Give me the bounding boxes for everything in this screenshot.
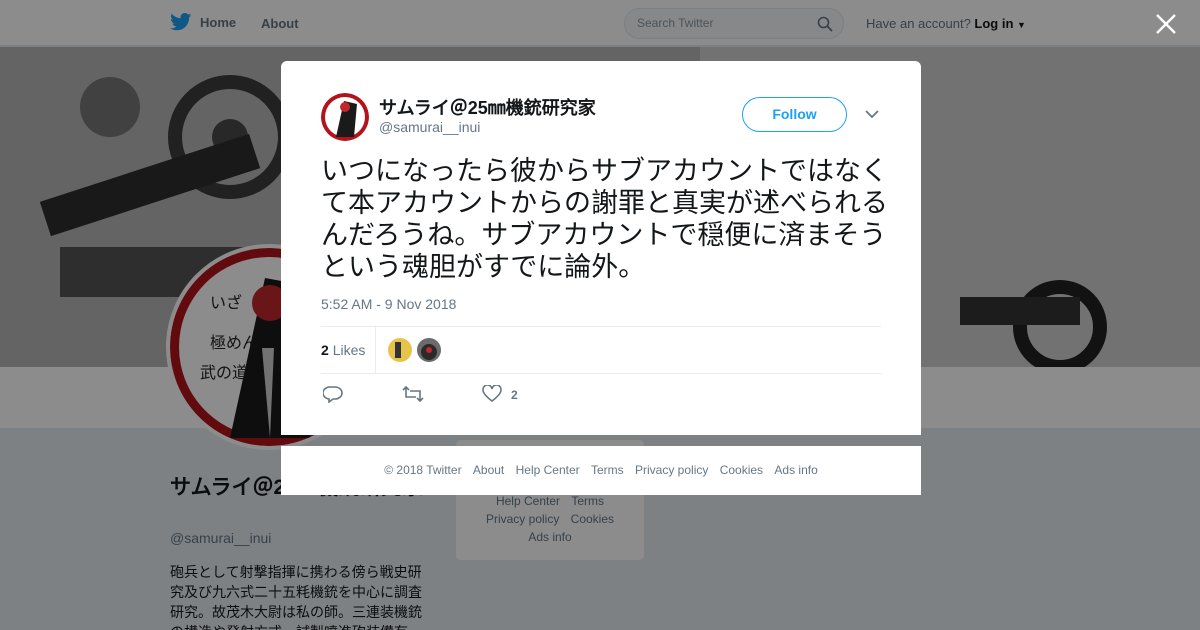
reply-icon[interactable] <box>323 385 343 403</box>
like-icon[interactable] <box>482 385 502 403</box>
likes-stat[interactable]: 2 Likes <box>321 342 365 358</box>
stats-divider <box>375 327 376 373</box>
footer-link-about[interactable]: About <box>473 463 504 477</box>
author-avatar-artwork <box>321 93 369 141</box>
footer-link-ads-info[interactable]: Ads info <box>774 463 817 477</box>
footer-copyright: © 2018 Twitter <box>384 463 462 477</box>
likes-count: 2 <box>321 342 329 358</box>
liker-avatar[interactable] <box>388 338 412 362</box>
likes-label: Likes <box>332 342 366 358</box>
modal-footer: © 2018 Twitter About Help Center Terms P… <box>281 446 921 495</box>
tweet-text: いつになったら彼からサブアカウントではなくて本アカウントからの謝罪と真実が述べら… <box>321 156 888 282</box>
tweet-stats: 2 Likes <box>321 326 881 374</box>
tweet-actions: 2 <box>321 383 621 407</box>
tweet-author-handle[interactable]: @samurai__inui <box>379 119 480 135</box>
retweet-icon[interactable] <box>402 385 424 403</box>
footer-link-help-center[interactable]: Help Center <box>516 463 580 477</box>
like-action-count: 2 <box>511 388 518 402</box>
tweet-timestamp[interactable]: 5:52 AM - 9 Nov 2018 <box>321 296 456 312</box>
footer-link-privacy[interactable]: Privacy policy <box>635 463 708 477</box>
tweet-modal: サムライ＠25㎜機銃研究家 @samurai__inui Follow いつにな… <box>281 61 921 435</box>
tweet-author-name[interactable]: サムライ＠25㎜機銃研究家 <box>379 94 596 120</box>
follow-button[interactable]: Follow <box>742 97 847 132</box>
liker-avatar-artwork <box>388 338 412 362</box>
chevron-down-icon[interactable] <box>865 109 879 119</box>
liker-avatar-artwork <box>417 338 441 362</box>
footer-link-cookies[interactable]: Cookies <box>720 463 763 477</box>
liker-avatar[interactable] <box>417 338 441 362</box>
tweet-author-avatar[interactable] <box>321 93 369 141</box>
close-icon[interactable] <box>1154 12 1178 36</box>
footer-link-terms[interactable]: Terms <box>591 463 624 477</box>
